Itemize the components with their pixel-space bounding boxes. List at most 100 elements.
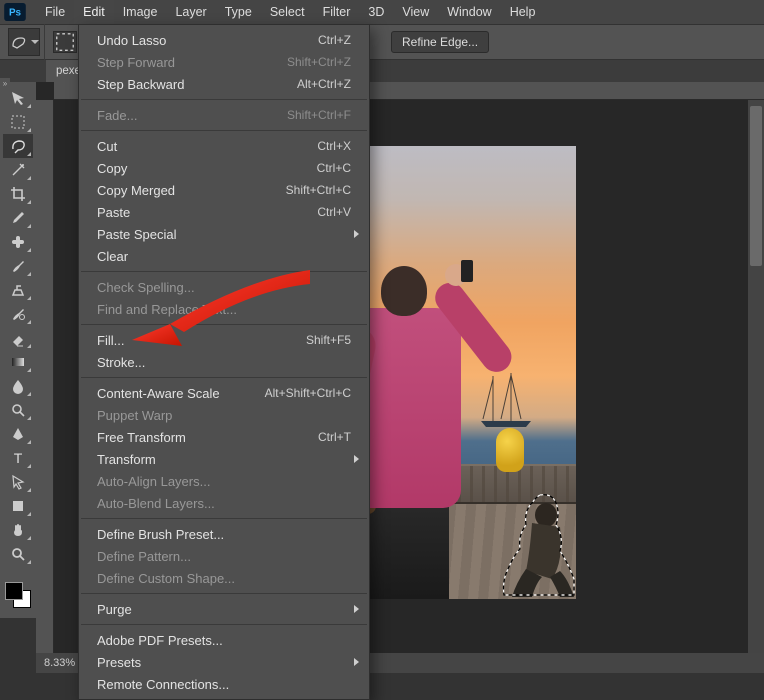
menu-edit[interactable]: Edit — [74, 0, 114, 24]
blur-tool[interactable] — [3, 374, 33, 398]
menu-item-paste-special[interactable]: Paste Special — [79, 223, 369, 245]
menu-item-presets[interactable]: Presets — [79, 651, 369, 673]
refine-edge-label: Refine Edge... — [402, 35, 478, 49]
flyout-indicator-icon — [27, 344, 31, 348]
menu-type[interactable]: Type — [216, 0, 261, 24]
foreground-color-swatch[interactable] — [5, 582, 23, 600]
move-tool[interactable] — [3, 86, 33, 110]
menu-view[interactable]: View — [393, 0, 438, 24]
path-selection-tool[interactable] — [3, 470, 33, 494]
menu-separator — [81, 624, 367, 625]
refine-edge-button[interactable]: Refine Edge... — [391, 31, 489, 53]
brush-tool[interactable] — [3, 254, 33, 278]
menu-item-check-spelling: Check Spelling... — [79, 276, 369, 298]
menu-item-label: Auto-Blend Layers... — [97, 496, 351, 511]
menu-file[interactable]: File — [36, 0, 74, 24]
menu-item-undo-lasso[interactable]: Undo LassoCtrl+Z — [79, 29, 369, 51]
menu-separator — [81, 593, 367, 594]
menu-separator — [81, 377, 367, 378]
menu-item-shortcut: Shift+Ctrl+C — [286, 183, 351, 197]
menu-item-purge[interactable]: Purge — [79, 598, 369, 620]
selection-new-icon[interactable] — [53, 31, 77, 53]
menu-item-stroke[interactable]: Stroke... — [79, 351, 369, 373]
submenu-arrow-icon — [354, 230, 359, 238]
history-brush-tool[interactable] — [3, 302, 33, 326]
menu-item-shortcut: Alt+Ctrl+Z — [297, 77, 351, 91]
dodge-tool[interactable] — [3, 398, 33, 422]
menu-item-label: Cut — [97, 139, 317, 154]
menu-item-shortcut: Ctrl+C — [317, 161, 351, 175]
magic-wand-tool[interactable] — [3, 158, 33, 182]
submenu-arrow-icon — [354, 658, 359, 666]
menu-item-label: Step Forward — [97, 55, 287, 70]
menu-select[interactable]: Select — [261, 0, 314, 24]
toolbox: T — [0, 82, 36, 618]
eyedropper-tool[interactable] — [3, 206, 33, 230]
menu-item-label: Step Backward — [97, 77, 297, 92]
type-tool[interactable]: T — [3, 446, 33, 470]
panel-flyout-handle[interactable]: » — [0, 78, 10, 89]
menu-item-label: Clear — [97, 249, 351, 264]
shape-tool[interactable] — [3, 494, 33, 518]
flyout-indicator-icon — [27, 176, 31, 180]
flyout-indicator-icon — [27, 368, 31, 372]
menu-layer[interactable]: Layer — [166, 0, 215, 24]
menu-item-paste[interactable]: PasteCtrl+V — [79, 201, 369, 223]
clone-stamp-tool[interactable] — [3, 278, 33, 302]
gradient-tool[interactable] — [3, 350, 33, 374]
menu-item-step-backward[interactable]: Step BackwardAlt+Ctrl+Z — [79, 73, 369, 95]
menu-item-content-aware-scale[interactable]: Content-Aware ScaleAlt+Shift+Ctrl+C — [79, 382, 369, 404]
menu-item-copy[interactable]: CopyCtrl+C — [79, 157, 369, 179]
crop-tool[interactable] — [3, 182, 33, 206]
menu-help[interactable]: Help — [501, 0, 545, 24]
menu-item-label: Define Pattern... — [97, 549, 351, 564]
flyout-indicator-icon — [27, 272, 31, 276]
menu-separator — [81, 130, 367, 131]
flyout-indicator-icon — [27, 320, 31, 324]
menu-item-shortcut: Shift+Ctrl+F — [287, 108, 351, 122]
flyout-indicator-icon — [27, 464, 31, 468]
scrollbar-thumb[interactable] — [750, 106, 762, 266]
zoom-level[interactable]: 8.33% — [44, 657, 75, 669]
flyout-indicator-icon — [27, 128, 31, 132]
menu-item-label: Auto-Align Layers... — [97, 474, 351, 489]
menu-item-shortcut: Ctrl+X — [317, 139, 351, 153]
menu-item-label: Remote Connections... — [97, 677, 351, 692]
menu-item-define-brush-preset[interactable]: Define Brush Preset... — [79, 523, 369, 545]
menu-item-adobe-pdf-presets[interactable]: Adobe PDF Presets... — [79, 629, 369, 651]
marquee-tool[interactable] — [3, 110, 33, 134]
menu-3d[interactable]: 3D — [359, 0, 393, 24]
flyout-indicator-icon — [27, 392, 31, 396]
menu-item-transform[interactable]: Transform — [79, 448, 369, 470]
hand-tool[interactable] — [3, 518, 33, 542]
menu-image[interactable]: Image — [114, 0, 167, 24]
menu-item-auto-blend-layers: Auto-Blend Layers... — [79, 492, 369, 514]
flyout-indicator-icon — [27, 224, 31, 228]
photo-buoy — [496, 428, 524, 472]
menu-filter[interactable]: Filter — [314, 0, 360, 24]
healing-brush-tool[interactable] — [3, 230, 33, 254]
color-swatches[interactable] — [3, 580, 33, 610]
menu-item-puppet-warp: Puppet Warp — [79, 404, 369, 426]
current-tool-swatch[interactable] — [8, 28, 40, 56]
menu-item-auto-align-layers: Auto-Align Layers... — [79, 470, 369, 492]
menu-separator — [81, 324, 367, 325]
menu-item-fill[interactable]: Fill...Shift+F5 — [79, 329, 369, 351]
lasso-tool[interactable] — [3, 134, 33, 158]
app-logo: Ps — [4, 3, 26, 21]
menu-item-free-transform[interactable]: Free TransformCtrl+T — [79, 426, 369, 448]
menu-window[interactable]: Window — [438, 0, 500, 24]
vertical-scrollbar[interactable] — [748, 100, 764, 653]
menu-item-label: Fill... — [97, 333, 306, 348]
zoom-tool[interactable] — [3, 542, 33, 566]
menu-item-cut[interactable]: CutCtrl+X — [79, 135, 369, 157]
menu-item-remote-connections[interactable]: Remote Connections... — [79, 673, 369, 695]
flyout-indicator-icon — [27, 512, 31, 516]
menu-item-clear[interactable]: Clear — [79, 245, 369, 267]
menu-item-fade: Fade...Shift+Ctrl+F — [79, 104, 369, 126]
menu-item-shortcut: Ctrl+Z — [318, 33, 351, 47]
pen-tool[interactable] — [3, 422, 33, 446]
eraser-tool[interactable] — [3, 326, 33, 350]
menu-item-copy-merged[interactable]: Copy MergedShift+Ctrl+C — [79, 179, 369, 201]
menu-bar: Ps FileEditImageLayerTypeSelectFilter3DV… — [0, 0, 764, 24]
